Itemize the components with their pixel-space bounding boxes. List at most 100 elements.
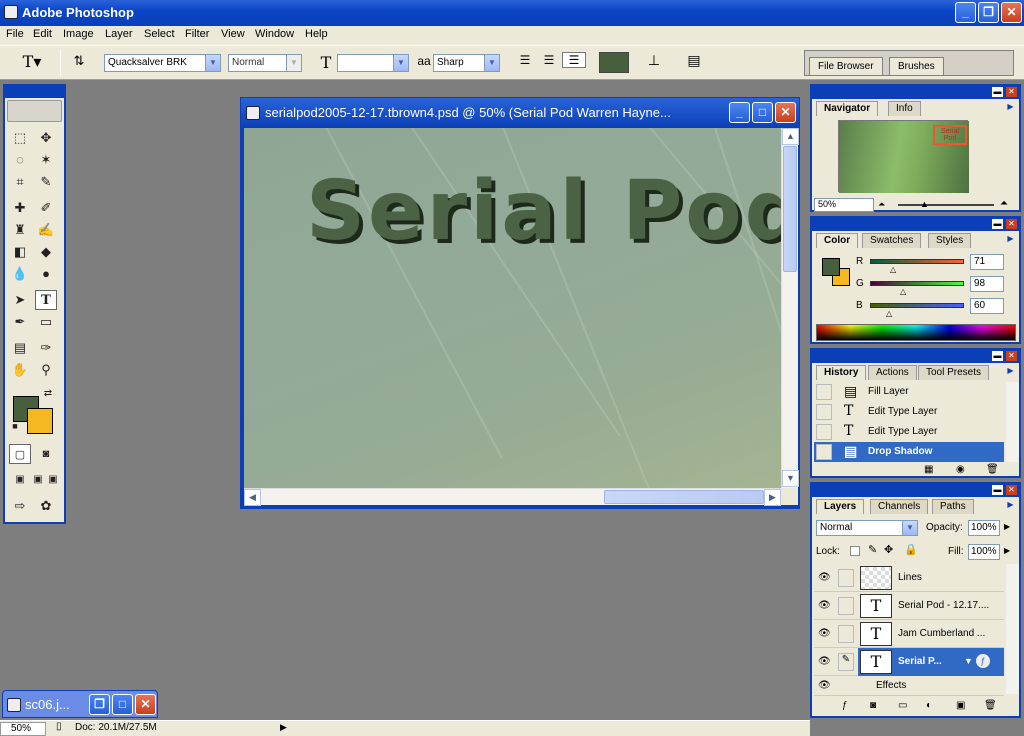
- lock-all-icon[interactable]: 🔒: [904, 543, 918, 556]
- history-snapshot-checkbox[interactable]: [816, 404, 832, 420]
- r-value-field[interactable]: 71: [970, 254, 1004, 270]
- swap-colors-icon[interactable]: ⇄: [41, 388, 55, 400]
- history-brush-icon[interactable]: ✍: [35, 220, 57, 240]
- magic-wand-icon[interactable]: ✶: [35, 150, 57, 170]
- zoom-slider-handle[interactable]: ▲: [920, 199, 929, 209]
- warp-text-icon[interactable]: ⊥: [643, 52, 665, 69]
- b-slider[interactable]: [870, 303, 964, 308]
- navigator-thumbnail[interactable]: Serial Pod: [838, 120, 969, 193]
- scroll-right-button[interactable]: ▶: [764, 489, 781, 506]
- vertical-scroll-thumb[interactable]: [783, 146, 797, 272]
- dodge-tool-icon[interactable]: ●: [35, 264, 57, 284]
- palette-close-button[interactable]: ✕: [1006, 87, 1017, 97]
- effects-row[interactable]: 👁 Effects: [814, 676, 1004, 696]
- layer-row-selected[interactable]: 👁 ✎ T Serial P... ▼ ƒ: [814, 648, 1004, 676]
- palette-minimize-button[interactable]: ▬: [992, 351, 1003, 361]
- history-item[interactable]: T Edit Type Layer: [814, 422, 1004, 442]
- font-style-select[interactable]: Normal ▼: [228, 54, 302, 72]
- min-restore-button[interactable]: ❐: [89, 694, 110, 715]
- align-right-icon[interactable]: ☰: [562, 52, 586, 68]
- slice-tool-icon[interactable]: ✎: [35, 172, 57, 192]
- clone-stamp-icon[interactable]: ♜: [9, 220, 31, 240]
- close-button[interactable]: ✕: [1001, 2, 1022, 23]
- adobe-logo[interactable]: [7, 100, 62, 122]
- g-slider-handle[interactable]: △: [900, 287, 906, 296]
- menu-layer[interactable]: Layer: [105, 28, 133, 40]
- status-zoom-field[interactable]: 50%: [0, 722, 46, 736]
- history-scrollbar[interactable]: [1006, 382, 1019, 462]
- palette-minimize-button[interactable]: ▬: [992, 219, 1003, 229]
- add-style-icon[interactable]: ƒ: [842, 700, 848, 711]
- horizontal-scrollbar[interactable]: ◀ ▶: [244, 488, 781, 506]
- minimize-button[interactable]: _: [955, 2, 976, 23]
- delete-state-icon[interactable]: 🗑: [986, 464, 999, 475]
- tab-swatches[interactable]: Swatches: [862, 233, 922, 248]
- layer-row[interactable]: 👁 T Serial Pod - 12.17....: [814, 592, 1004, 620]
- eye-icon[interactable]: 👁: [818, 600, 831, 611]
- delete-layer-icon[interactable]: 🗑: [984, 700, 997, 711]
- image-canvas[interactable]: Serial Pod: [244, 128, 781, 488]
- background-color-swatch[interactable]: [27, 408, 53, 434]
- menu-image[interactable]: Image: [63, 28, 94, 40]
- palette-header[interactable]: ▬ ✕: [812, 86, 1019, 99]
- tab-info[interactable]: Info: [888, 101, 921, 116]
- palette-minimize-button[interactable]: ▬: [992, 87, 1003, 97]
- palette-close-button[interactable]: ✕: [1006, 351, 1017, 361]
- restore-button[interactable]: ❐: [978, 2, 999, 23]
- palette-close-button[interactable]: ✕: [1006, 219, 1017, 229]
- opacity-arrow-icon[interactable]: ▶: [1004, 522, 1010, 531]
- healing-brush-icon[interactable]: ✚: [9, 198, 31, 218]
- doc-minimize-button[interactable]: _: [729, 102, 750, 123]
- lock-position-icon[interactable]: ✥: [884, 543, 893, 556]
- history-snapshot-checkbox[interactable]: [816, 384, 832, 400]
- zoom-out-icon[interactable]: ⏶: [878, 199, 885, 210]
- zoom-in-icon[interactable]: ⏶: [1000, 198, 1008, 209]
- eye-icon[interactable]: 👁: [818, 572, 831, 583]
- palette-menu-icon[interactable]: ▶: [1005, 500, 1016, 512]
- palette-close-button[interactable]: ✕: [1006, 485, 1017, 495]
- palette-menu-icon[interactable]: ▶: [1005, 102, 1016, 114]
- zoom-slider[interactable]: [898, 204, 994, 206]
- marquee-tool-icon[interactable]: ⬚: [9, 128, 31, 148]
- crop-tool-icon[interactable]: ⌗: [9, 172, 31, 192]
- jump-to-imageready-icon[interactable]: ⇨: [9, 496, 31, 516]
- min-close-button[interactable]: ✕: [135, 694, 156, 715]
- type-tool-preset-icon[interactable]: T▾: [20, 52, 44, 71]
- scroll-up-button[interactable]: ▲: [782, 128, 799, 145]
- tab-navigator[interactable]: Navigator: [816, 101, 879, 116]
- color-fg-swatch[interactable]: [822, 258, 840, 276]
- menu-file[interactable]: File: [6, 28, 24, 40]
- menu-edit[interactable]: Edit: [33, 28, 52, 40]
- align-left-icon[interactable]: ☰: [514, 53, 536, 67]
- toolbox-header[interactable]: [5, 86, 64, 98]
- menu-filter[interactable]: Filter: [185, 28, 209, 40]
- doc-maximize-button[interactable]: □: [752, 102, 773, 123]
- new-layer-icon[interactable]: ▣: [956, 700, 965, 711]
- tab-layers[interactable]: Layers: [816, 499, 865, 514]
- eraser-tool-icon[interactable]: ◧: [9, 242, 31, 262]
- fill-field[interactable]: 100%: [968, 544, 1000, 560]
- type-tool-icon[interactable]: T: [35, 290, 57, 310]
- palette-minimize-button[interactable]: ▬: [992, 485, 1003, 495]
- min-maximize-button[interactable]: □: [112, 694, 133, 715]
- vertical-scrollbar[interactable]: ▲ ▼: [781, 128, 799, 488]
- brush-tool-icon[interactable]: ✐: [35, 198, 57, 218]
- tab-channels[interactable]: Channels: [870, 499, 929, 514]
- opacity-field[interactable]: 100%: [968, 520, 1000, 536]
- minimized-document[interactable]: sc06.j... ❐ □ ✕: [2, 690, 158, 718]
- move-tool-icon[interactable]: ✥: [35, 128, 57, 148]
- quick-mask-icon[interactable]: ◙: [35, 444, 57, 464]
- tab-actions[interactable]: Actions: [868, 365, 917, 380]
- lock-image-icon[interactable]: ✎: [868, 543, 877, 556]
- r-slider-handle[interactable]: △: [890, 265, 896, 274]
- lasso-tool-icon[interactable]: ◌: [9, 150, 31, 170]
- r-slider[interactable]: [870, 259, 964, 264]
- palette-header[interactable]: ▬ ✕: [812, 350, 1019, 363]
- history-snapshot-checkbox[interactable]: [816, 424, 832, 440]
- navigator-view-box[interactable]: Serial Pod: [933, 125, 967, 145]
- brush-link-icon[interactable]: ✎: [838, 653, 854, 671]
- eye-icon[interactable]: 👁: [818, 656, 831, 667]
- font-size-select[interactable]: ▼: [337, 54, 409, 72]
- eye-icon[interactable]: 👁: [818, 680, 831, 691]
- eye-icon[interactable]: 👁: [818, 628, 831, 639]
